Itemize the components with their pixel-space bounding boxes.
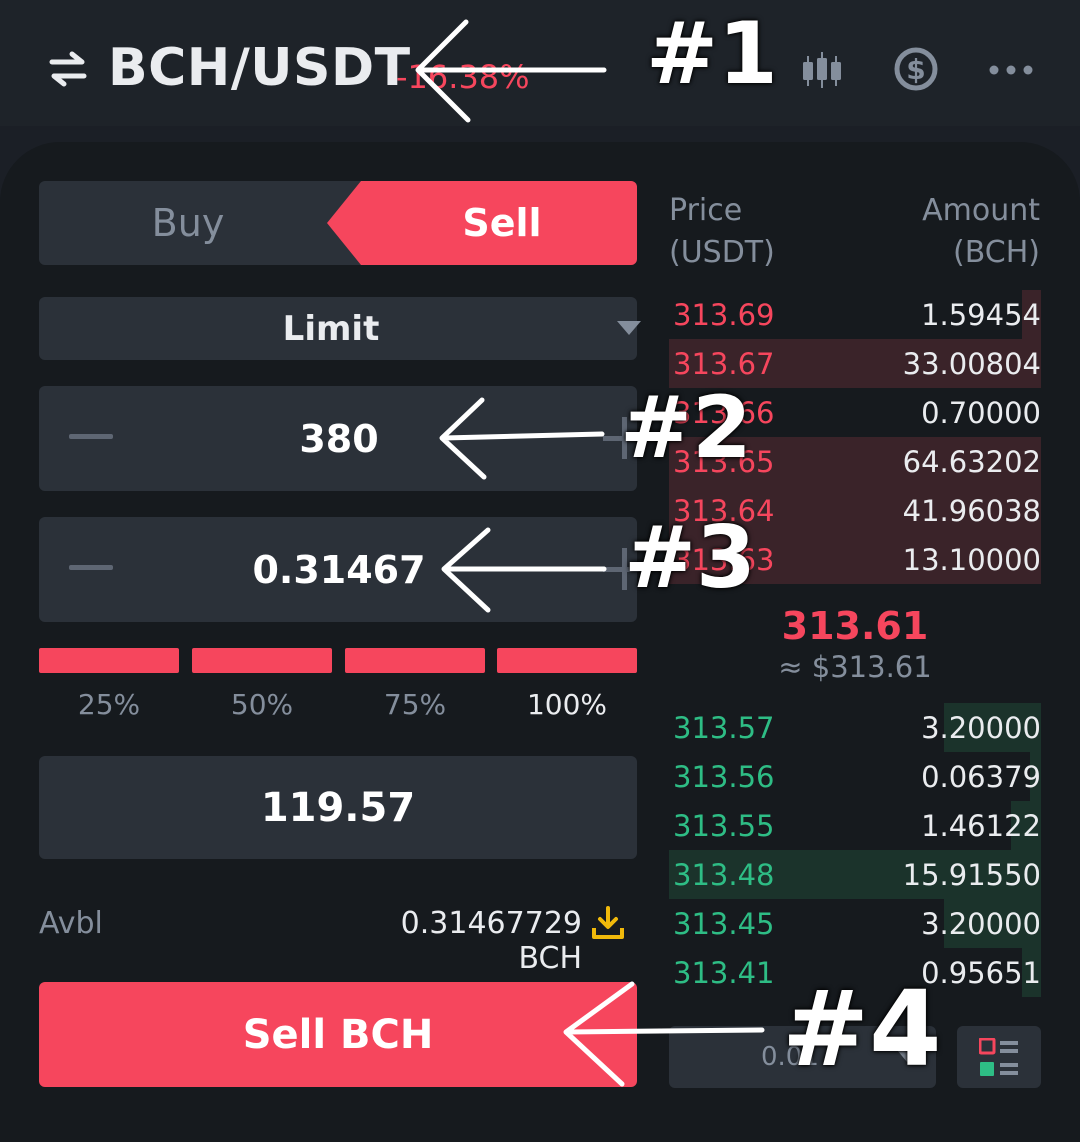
amount-stepper: 0.31467 <box>39 517 645 622</box>
bid-row[interactable]: 313.56 0.06379 <box>669 752 1041 801</box>
annotation-label-2: #2 <box>620 378 752 478</box>
swap-icon[interactable] <box>46 50 90 88</box>
top-bar: BCH/USDT -16.38% $ <box>0 0 1080 126</box>
more-icon[interactable] <box>988 64 1034 76</box>
bid-amount: 0.06379 <box>921 760 1041 794</box>
annotation-label-1: #1 <box>646 4 778 104</box>
trading-pair-title[interactable]: BCH/USDT <box>108 38 411 98</box>
price-change-percent: -16.38% <box>396 58 530 96</box>
price-decrease-button[interactable] <box>69 434 113 439</box>
bid-price: 313.48 <box>673 858 775 892</box>
percent-segment-75[interactable] <box>345 648 485 673</box>
bid-price: 313.55 <box>673 809 775 843</box>
order-book-amount-header: Amount (BCH) <box>860 190 1040 274</box>
available-label: Avbl <box>39 906 103 941</box>
ask-amount: 1.59454 <box>921 298 1041 332</box>
candlestick-chart-icon[interactable] <box>800 50 844 90</box>
price-header-unit: (USDT) <box>669 235 775 270</box>
last-price[interactable]: 313.61 <box>669 604 1041 648</box>
last-price-usd: ≈ $313.61 <box>778 650 932 684</box>
ask-amount: 33.00804 <box>902 347 1041 381</box>
price-stepper: 380 <box>39 386 645 491</box>
bid-price: 313.41 <box>673 956 775 990</box>
tab-buy[interactable]: Buy <box>39 181 337 265</box>
bid-price: 313.57 <box>673 711 775 745</box>
ask-row[interactable]: 313.69 1.59454 <box>669 290 1041 339</box>
percent-label-50[interactable]: 50% <box>192 688 332 721</box>
bid-row[interactable]: 313.55 1.46122 <box>669 801 1041 850</box>
percent-segment-50[interactable] <box>192 648 332 673</box>
order-book-price-header: Price (USDT) <box>669 190 775 274</box>
annotation-label-4: #4 <box>782 968 942 1090</box>
percent-segment-100[interactable] <box>497 648 637 673</box>
transfer-icon[interactable] <box>590 904 626 942</box>
bid-amount: 15.91550 <box>902 858 1041 892</box>
bid-price: 313.45 <box>673 907 775 941</box>
ask-amount: 64.63202 <box>902 445 1041 479</box>
amount-input[interactable]: 0.31467 <box>109 517 569 622</box>
amount-header-title: Amount <box>922 193 1040 228</box>
ask-amount: 41.96038 <box>902 494 1041 528</box>
ask-amount: 0.70000 <box>921 396 1041 430</box>
order-type-value: Limit <box>282 308 380 349</box>
tab-sell-label: Sell <box>462 201 542 245</box>
percent-label-100[interactable]: 100% <box>497 688 637 721</box>
order-type-select[interactable]: Limit <box>39 297 641 360</box>
bid-row[interactable]: 313.48 15.91550 <box>669 850 1041 899</box>
bid-amount: 3.20000 <box>921 711 1041 745</box>
chevron-down-icon <box>617 321 641 335</box>
sell-submit-button[interactable]: Sell BCH <box>39 982 637 1087</box>
bid-price: 313.56 <box>673 760 775 794</box>
order-book-view-button[interactable] <box>957 1026 1041 1088</box>
ask-price: 313.67 <box>673 347 775 381</box>
percent-segment-25[interactable] <box>39 648 179 673</box>
available-balance: 0.31467729 BCH <box>400 906 582 976</box>
svg-text:$: $ <box>906 53 925 86</box>
order-book-layout-icon <box>979 1038 1018 1076</box>
annotation-label-3: #3 <box>624 508 756 608</box>
bid-row[interactable]: 313.57 3.20000 <box>669 703 1041 752</box>
price-input[interactable]: 380 <box>109 386 569 491</box>
bid-row[interactable]: 313.45 3.20000 <box>669 899 1041 948</box>
price-header-title: Price <box>669 193 743 228</box>
bid-amount: 1.46122 <box>921 809 1041 843</box>
amount-decrease-button[interactable] <box>69 565 113 570</box>
ask-amount: 13.10000 <box>902 543 1041 577</box>
amount-header-unit: (BCH) <box>953 235 1040 270</box>
total-input[interactable]: 119.57 <box>39 756 637 859</box>
ask-price: 313.69 <box>673 298 775 332</box>
bid-amount: 3.20000 <box>921 907 1041 941</box>
percent-label-25[interactable]: 25% <box>39 688 179 721</box>
percent-label-75[interactable]: 75% <box>345 688 485 721</box>
buy-sell-toggle: Buy Sell <box>39 181 637 265</box>
tab-sell[interactable]: Sell <box>327 181 637 265</box>
dollar-icon[interactable]: $ <box>893 46 939 92</box>
